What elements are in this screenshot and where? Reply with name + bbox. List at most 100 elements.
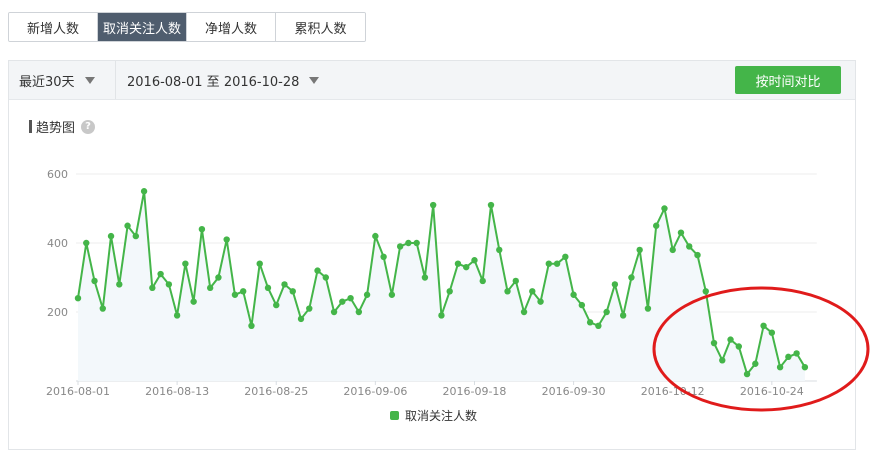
x-tick-label: 2016-09-30 bbox=[542, 385, 606, 398]
x-tick-label: 2016-10-24 bbox=[740, 385, 804, 398]
data-point[interactable] bbox=[644, 305, 652, 312]
data-point[interactable] bbox=[264, 284, 272, 292]
data-point[interactable] bbox=[553, 260, 561, 267]
data-point[interactable] bbox=[83, 239, 90, 247]
data-point[interactable] bbox=[727, 336, 734, 343]
data-point[interactable] bbox=[198, 226, 206, 233]
data-point[interactable] bbox=[140, 188, 148, 195]
data-point[interactable] bbox=[363, 291, 371, 298]
data-point[interactable] bbox=[471, 257, 478, 264]
y-tick-label: 200 bbox=[47, 306, 68, 319]
data-point[interactable] bbox=[206, 284, 214, 292]
data-point[interactable] bbox=[281, 281, 288, 288]
data-point[interactable] bbox=[586, 319, 594, 326]
data-point[interactable] bbox=[74, 295, 82, 302]
data-point[interactable] bbox=[405, 239, 412, 247]
data-point[interactable] bbox=[562, 253, 569, 260]
data-point[interactable] bbox=[438, 312, 445, 319]
x-tick-label: 2016-08-01 bbox=[46, 385, 110, 398]
data-point[interactable] bbox=[314, 267, 321, 274]
data-point[interactable] bbox=[752, 360, 759, 367]
data-point[interactable] bbox=[570, 291, 577, 298]
data-point[interactable] bbox=[347, 295, 354, 302]
legend-swatch bbox=[390, 411, 399, 420]
data-point[interactable] bbox=[240, 288, 247, 295]
data-point[interactable] bbox=[669, 246, 676, 254]
y-tick-label: 600 bbox=[47, 168, 68, 181]
data-point[interactable] bbox=[413, 239, 420, 247]
data-point[interactable] bbox=[157, 270, 164, 278]
data-point[interactable] bbox=[306, 305, 313, 312]
data-point[interactable] bbox=[735, 343, 742, 350]
data-point[interactable] bbox=[653, 222, 660, 229]
data-point[interactable] bbox=[785, 353, 792, 361]
data-point[interactable] bbox=[355, 308, 363, 316]
data-point[interactable] bbox=[223, 236, 230, 243]
data-point[interactable] bbox=[611, 281, 619, 288]
data-point[interactable] bbox=[116, 281, 123, 288]
legend-label[interactable]: 取消关注人数 bbox=[405, 408, 477, 423]
data-point[interactable] bbox=[479, 277, 486, 285]
x-tick-label: 2016-08-13 bbox=[145, 385, 209, 398]
series-area bbox=[78, 191, 805, 381]
data-point[interactable] bbox=[454, 260, 462, 267]
data-point[interactable] bbox=[273, 301, 280, 309]
data-point[interactable] bbox=[91, 277, 98, 285]
data-point[interactable] bbox=[628, 274, 635, 281]
data-point[interactable] bbox=[686, 243, 693, 250]
data-point[interactable] bbox=[256, 260, 263, 267]
data-point[interactable] bbox=[339, 298, 346, 305]
data-point[interactable] bbox=[529, 288, 536, 295]
data-point[interactable] bbox=[322, 274, 329, 281]
data-point[interactable] bbox=[710, 339, 718, 347]
data-point[interactable] bbox=[603, 308, 610, 316]
data-point[interactable] bbox=[520, 308, 528, 316]
data-point[interactable] bbox=[124, 222, 131, 229]
data-point[interactable] bbox=[793, 350, 800, 357]
data-point[interactable] bbox=[132, 232, 140, 240]
data-point[interactable] bbox=[636, 246, 643, 254]
data-point[interactable] bbox=[487, 201, 495, 209]
data-point[interactable] bbox=[801, 364, 809, 371]
data-point[interactable] bbox=[289, 288, 296, 295]
data-point[interactable] bbox=[512, 277, 519, 285]
data-point[interactable] bbox=[661, 205, 668, 212]
data-point[interactable] bbox=[149, 284, 156, 292]
data-point[interactable] bbox=[446, 288, 453, 295]
data-point[interactable] bbox=[719, 357, 726, 364]
data-point[interactable] bbox=[372, 232, 379, 240]
data-point[interactable] bbox=[297, 315, 305, 323]
data-point[interactable] bbox=[702, 288, 709, 295]
data-point[interactable] bbox=[231, 291, 239, 298]
data-point[interactable] bbox=[768, 329, 776, 336]
data-point[interactable] bbox=[619, 312, 627, 319]
x-tick-label: 2016-09-06 bbox=[343, 385, 407, 398]
y-tick-label: 400 bbox=[47, 237, 68, 250]
data-point[interactable] bbox=[578, 301, 586, 309]
data-point[interactable] bbox=[694, 251, 701, 259]
data-point[interactable] bbox=[330, 308, 338, 316]
data-point[interactable] bbox=[463, 263, 470, 271]
data-point[interactable] bbox=[173, 312, 181, 319]
data-point[interactable] bbox=[504, 288, 511, 295]
data-point[interactable] bbox=[388, 291, 396, 298]
data-point[interactable] bbox=[776, 364, 784, 371]
data-point[interactable] bbox=[496, 246, 503, 254]
data-point[interactable] bbox=[248, 322, 255, 329]
data-point[interactable] bbox=[99, 305, 106, 312]
data-point[interactable] bbox=[380, 253, 387, 260]
data-point[interactable] bbox=[182, 260, 189, 267]
data-point[interactable] bbox=[595, 322, 602, 329]
data-point[interactable] bbox=[429, 201, 437, 209]
data-point[interactable] bbox=[215, 274, 222, 281]
data-point[interactable] bbox=[165, 281, 173, 288]
data-point[interactable] bbox=[190, 298, 197, 305]
data-point[interactable] bbox=[677, 229, 685, 236]
data-point[interactable] bbox=[537, 298, 544, 305]
data-point[interactable] bbox=[545, 260, 553, 267]
data-point[interactable] bbox=[743, 370, 751, 378]
data-point[interactable] bbox=[396, 243, 404, 250]
data-point[interactable] bbox=[421, 274, 429, 281]
data-point[interactable] bbox=[107, 232, 115, 240]
data-point[interactable] bbox=[760, 322, 767, 329]
